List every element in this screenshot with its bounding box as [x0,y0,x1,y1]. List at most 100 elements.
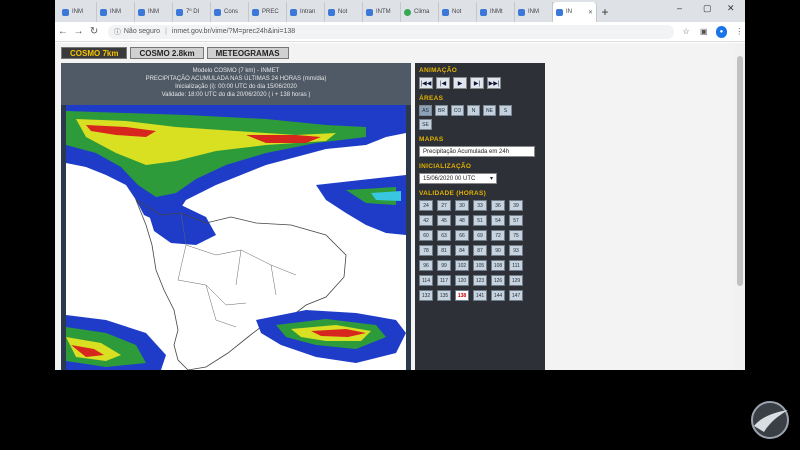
validity-hour-button[interactable]: 123 [473,275,487,286]
browser-tab[interactable]: 7º DI [173,2,211,22]
validity-hour-button[interactable]: 102 [455,260,469,271]
video-frame: INM INM INM 7º DI Cons PREC Intran Not I… [0,0,800,450]
validity-hour-button[interactable]: 81 [437,245,451,256]
browser-tab[interactable]: INM [59,2,97,22]
validity-hour-button[interactable]: 60 [419,230,433,241]
validity-hour-button[interactable]: 84 [455,245,469,256]
validity-hour-button[interactable]: 93 [509,245,523,256]
address-bar[interactable]: ⓘ Não seguro | inmet.gov.br/vime/?M=prec… [107,24,675,39]
init-select[interactable]: 15/06/2020 00 UTC ▾ [419,173,497,184]
area-button[interactable]: SE [419,119,432,130]
browser-tab[interactable]: Cons [211,2,249,22]
validity-hour-button[interactable]: 33 [473,200,487,211]
validity-hour-button[interactable]: 117 [437,275,451,286]
close-window-button[interactable]: ✕ [727,3,735,14]
validity-hour-button[interactable]: 57 [509,215,523,226]
validity-hour-button[interactable]: 147 [509,290,523,301]
validity-hour-button[interactable]: 42 [419,215,433,226]
menu-icon[interactable]: ⋮ [733,26,745,38]
validity-hour-button[interactable]: 114 [419,275,433,286]
validity-hour-button[interactable]: 99 [437,260,451,271]
next-frame-button[interactable]: ▶| [470,77,484,89]
area-button[interactable]: N [467,105,480,116]
browser-tab[interactable]: PREC [249,2,287,22]
tab-cosmo-7km[interactable]: COSMO 7km [61,47,128,59]
back-icon[interactable]: ← [55,26,71,37]
browser-tab[interactable]: INM [97,2,135,22]
validity-hour-button[interactable]: 126 [491,275,505,286]
validity-hour-button[interactable]: 87 [473,245,487,256]
validity-hour-button[interactable]: 48 [455,215,469,226]
info-icon[interactable]: ⓘ [114,27,121,37]
validity-hour-button[interactable]: 75 [509,230,523,241]
map-type-field[interactable]: Precipitação Acumulada em 24h [419,146,535,157]
area-button[interactable]: NE [483,105,496,116]
browser-window: INM INM INM 7º DI Cons PREC Intran Not I… [55,0,745,370]
browser-tab[interactable]: INM [135,2,173,22]
init-section: INICIALIZAÇÃO 15/06/2020 00 UTC ▾ [419,163,541,184]
validity-hour-button[interactable]: 72 [491,230,505,241]
validity-hour-button[interactable]: 30 [455,200,469,211]
map-title-line: Inicialização (i): 00:00 UTC do dia 15/0… [175,84,297,90]
play-button[interactable]: ▶ [453,77,467,89]
bookmark-star-icon[interactable]: ☆ [680,26,692,38]
validity-hour-button[interactable]: 45 [437,215,451,226]
area-button[interactable]: BR [435,105,448,116]
first-frame-button[interactable]: |◀◀ [419,77,433,89]
validity-hour-button[interactable]: 111 [509,260,523,271]
new-tab-button[interactable]: + [597,2,613,22]
validity-hour-button[interactable]: 36 [491,200,505,211]
validity-hour-button[interactable]: 135 [437,290,451,301]
url-text[interactable]: inmet.gov.br/vime/?M=prec24h&ini=138 [172,28,295,35]
validity-hour-button[interactable]: 105 [473,260,487,271]
validity-hour-button[interactable]: 78 [419,245,433,256]
validity-hour-button[interactable]: 108 [491,260,505,271]
browser-tab[interactable]: INM [515,2,553,22]
browser-tab[interactable]: Not [439,2,477,22]
area-button[interactable]: AS [419,105,432,116]
maximize-button[interactable]: ▢ [703,3,712,14]
browser-tab[interactable]: INTM [363,2,401,22]
browser-tab[interactable]: INMt [477,2,515,22]
animation-section: ANIMAÇÃO |◀◀ |◀ ▶ ▶| ▶▶| [419,67,541,89]
validity-hour-button[interactable]: 51 [473,215,487,226]
validity-hour-button[interactable]: 132 [419,290,433,301]
scrollbar-thumb[interactable] [737,56,743,286]
tab-label: INM [528,9,539,15]
security-label: Não seguro [123,28,161,35]
validity-hour-button[interactable]: 90 [491,245,505,256]
extension-icon[interactable]: ▣ [698,26,710,38]
validity-hour-button[interactable]: 54 [491,215,505,226]
favicon-icon [290,8,297,16]
area-button[interactable]: S [499,105,512,116]
validity-hour-button[interactable]: 63 [437,230,451,241]
previous-frame-button[interactable]: |◀ [436,77,450,89]
reload-icon[interactable]: ↻ [86,26,102,37]
browser-tab-active[interactable]: IN ✕ [553,2,597,22]
browser-tab[interactable]: Not [325,2,363,22]
validity-hour-button[interactable]: 66 [455,230,469,241]
last-frame-button[interactable]: ▶▶| [487,77,501,89]
validity-hour-button[interactable]: 120 [455,275,469,286]
profile-avatar[interactable]: ● [715,25,728,38]
area-button[interactable]: CO [451,105,464,116]
validity-hour-button[interactable]: 138 [455,290,469,301]
tab-meteogramas[interactable]: METEOGRAMAS [206,47,289,59]
tab-cosmo-2-8km[interactable]: COSMO 2.8km [130,47,204,59]
validity-hour-button[interactable]: 96 [419,260,433,271]
validity-hour-button[interactable]: 24 [419,200,433,211]
validity-hour-button[interactable]: 129 [509,275,523,286]
minimize-button[interactable]: – [677,3,682,13]
validity-hour-button[interactable]: 144 [491,290,505,301]
browser-tab[interactable]: Intran [287,2,325,22]
browser-tab[interactable]: Clima [401,2,439,22]
validity-hour-button[interactable]: 69 [473,230,487,241]
favicon-icon [138,8,145,16]
validity-hour-button[interactable]: 27 [437,200,451,211]
close-tab-icon[interactable]: ✕ [588,9,593,16]
areas-section: ÁREAS AS BR CO N NE S SE [419,95,541,130]
validity-hour-button[interactable]: 141 [473,290,487,301]
map-title-line: Modelo COSMO (7 km) - INMET [192,68,280,74]
forward-icon[interactable]: → [71,26,87,37]
validity-hour-button[interactable]: 39 [509,200,523,211]
